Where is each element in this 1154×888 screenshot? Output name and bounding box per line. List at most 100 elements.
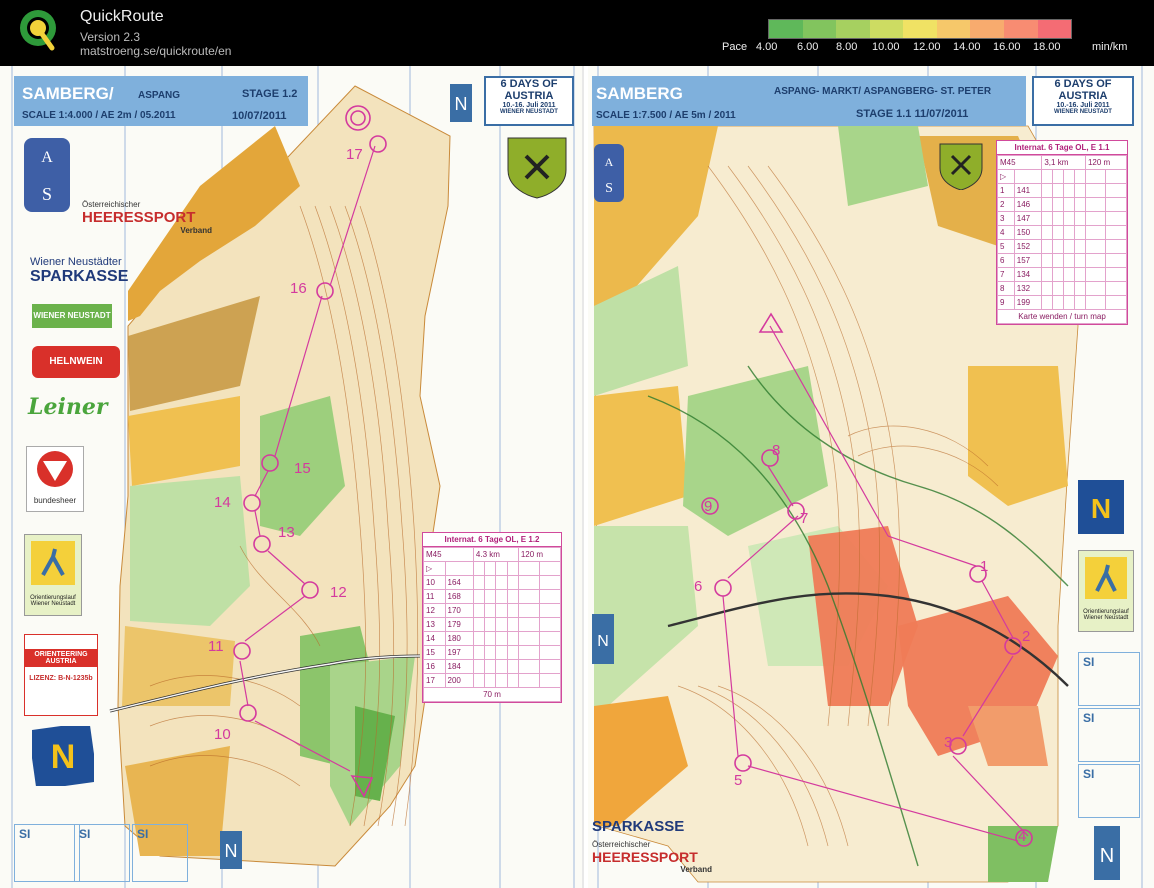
cd-code: 199 <box>1013 295 1043 310</box>
control-number: 1 <box>980 558 989 575</box>
si-box: SI <box>74 824 130 882</box>
cd-num: 9 <box>997 295 1015 310</box>
niederoesterreich-logo-icon: N <box>32 726 94 786</box>
control-number: 9 <box>704 498 713 515</box>
cd-num: 12 <box>423 603 446 618</box>
app-header: QuickRoute Version 2.3 matstroeng.se/qui… <box>0 0 1154 66</box>
heeres: HEERESSPORT <box>82 209 196 226</box>
cd-header: Internat. 6 Tage OL, E 1.2 <box>423 533 561 547</box>
control-description-sheet: Internat. 6 Tage OL, E 1.1 M45 3,1 km 12… <box>996 140 1128 325</box>
control-number: 11 <box>208 638 224 655</box>
ol-logo: Orientierungslauf Wiener Neustadt <box>1078 550 1134 632</box>
cd-class: M45 <box>996 155 1043 170</box>
north-arrow-icon: N <box>592 614 614 664</box>
cd-num: 4 <box>997 225 1015 240</box>
map-stage-1-1[interactable]: SAMBERG ASPANG- MARKT/ ASPANGBERG- ST. P… <box>588 66 1154 888</box>
cd-footer: Karte wenden / turn map <box>997 309 1127 324</box>
control-number: 4 <box>1018 828 1027 845</box>
crest-icon <box>507 137 567 199</box>
pace-unit: min/km <box>1092 41 1128 53</box>
sparkasse-logo: Wiener Neustädter SPARKASSE <box>30 256 170 286</box>
ol-logo: Orientierungslauf Wiener Neustadt <box>24 534 82 616</box>
cd-code: 147 <box>1013 211 1043 226</box>
map-title-banner: SAMBERG ASPANG- MARKT/ ASPANGBERG- ST. P… <box>592 76 1026 126</box>
lizenz-box: ORIENTEERING AUSTRIA LIZENZ: B-N-1235b <box>24 634 98 716</box>
svg-text:A: A <box>41 149 53 166</box>
quickroute-logo-icon <box>20 10 56 51</box>
heeres-sub: Verband <box>180 226 212 235</box>
six-days-logo: 6 DAYS OF AUSTRIA 10.-16. Juli 2011 WIEN… <box>484 76 574 126</box>
map-scale: SCALE 1:7.500 / AE 5m / 2011 <box>596 110 736 121</box>
control-number: 16 <box>290 280 307 297</box>
pace-color-segment <box>1037 20 1072 38</box>
pace-color-segment <box>903 20 937 38</box>
heeres-sub: Verband <box>680 865 712 874</box>
ol-text: Orientierungslauf Wiener Neustadt <box>30 595 76 607</box>
control-number: 6 <box>694 578 703 595</box>
cd-code: 146 <box>1013 197 1043 212</box>
heeressport-logo: Österreichischer HEERESSPORT Verband <box>82 200 212 235</box>
svg-text:N: N <box>1091 493 1111 524</box>
days-dates: 10.-16. Juli 2011 <box>502 102 556 109</box>
pace-color-segment <box>1003 20 1038 38</box>
oa: ORIENTEERING AUSTRIA <box>25 649 97 667</box>
ol-text: Orientierungslauf Wiener Neustadt <box>1083 609 1129 621</box>
helnwein-logo: HELNWEIN <box>32 346 120 378</box>
app-url: matstroeng.se/quickroute/en <box>80 44 232 58</box>
pace-tick: 10.00 <box>872 41 900 53</box>
cd-num: 1 <box>997 183 1015 198</box>
map-date: 10/07/2011 <box>232 110 287 122</box>
control-number: 8 <box>772 442 781 459</box>
control-number: 12 <box>330 584 347 601</box>
cd-code: 200 <box>444 673 474 688</box>
control-number: 2 <box>1022 628 1031 645</box>
cd-code: 179 <box>444 617 474 632</box>
heeres-small: Österreichischer <box>592 840 651 849</box>
cd-num: 5 <box>997 239 1015 254</box>
map-title-banner: SAMBERG/ ASPANG STAGE 1.2 SCALE 1:4.000 … <box>14 76 308 126</box>
cd-climb: 120 m <box>517 547 562 562</box>
map-title: SAMBERG <box>596 84 683 103</box>
club-crest-icon: AS <box>594 144 624 202</box>
days-dates: 10.-16. Juli 2011 <box>1056 102 1110 109</box>
sparkasse-logo: SPARKASSE <box>592 818 685 835</box>
cd-code: 132 <box>1013 281 1043 296</box>
cd-length: 4.3 km <box>472 547 519 562</box>
map-stage: STAGE 1.1 11/07/2011 <box>856 108 969 120</box>
cd-num: 3 <box>997 211 1015 226</box>
heeres: HEERESSPORT <box>592 849 698 865</box>
pace-color-segment <box>936 20 971 38</box>
map-stage-1-2[interactable]: SAMBERG/ ASPANG STAGE 1.2 SCALE 1:4.000 … <box>0 66 584 888</box>
svg-text:N: N <box>455 94 468 114</box>
cd-class: M45 <box>423 547 474 562</box>
cd-code: 180 <box>444 631 474 646</box>
cd-num: 7 <box>997 267 1015 282</box>
niederoesterreich-logo-icon: N <box>1078 480 1124 534</box>
control-number: 14 <box>214 494 231 511</box>
svg-text:N: N <box>597 633 609 650</box>
wn: Wiener Neustädter <box>30 256 122 268</box>
svg-text:N: N <box>1100 845 1114 867</box>
cd-num: 6 <box>997 253 1015 268</box>
heeres-small: Österreichischer <box>82 200 141 209</box>
pace-tick: 6.00 <box>797 41 819 53</box>
pace-label: Pace <box>722 41 748 53</box>
map-scale: SCALE 1:4.000 / AE 2m / 05.2011 <box>22 110 176 121</box>
cd-num: 16 <box>423 659 446 674</box>
bundesheer: bundesheer <box>33 496 77 505</box>
north-arrow-icon: N <box>1094 826 1120 880</box>
pace-tick: 8.00 <box>836 41 858 53</box>
north-arrow-icon: N <box>450 84 472 122</box>
orienteer-runner-icon <box>31 541 75 585</box>
cd-num: 10 <box>423 575 446 590</box>
control-description-sheet: Internat. 6 Tage OL, E 1.2 M45 4.3 km 12… <box>422 532 562 703</box>
map-title-small: ASPANG <box>138 90 181 101</box>
cd-num: 14 <box>423 631 446 646</box>
si-box: SI <box>132 824 188 882</box>
app-version: Version 2.3 <box>80 30 141 44</box>
si-box: SI <box>1078 652 1140 706</box>
cd-num: 8 <box>997 281 1015 296</box>
svg-text:N: N <box>225 841 238 861</box>
control-number: 7 <box>800 510 809 527</box>
cd-header: Internat. 6 Tage OL, E 1.1 <box>997 141 1127 155</box>
